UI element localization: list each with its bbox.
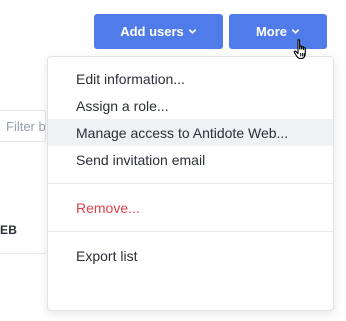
more-label: More — [255, 24, 288, 39]
page: Filter b EB Add users More Edit informat… — [0, 0, 346, 321]
menu-item-edit-information[interactable]: Edit information... — [48, 65, 333, 92]
menu-item-remove[interactable]: Remove... — [48, 194, 333, 221]
menu-item-assign-a-role[interactable]: Assign a role... — [48, 92, 333, 119]
filter-input[interactable]: Filter b — [0, 110, 46, 142]
menu-item-send-invitation-email[interactable]: Send invitation email — [48, 146, 333, 173]
hand-pointer-icon — [293, 39, 306, 60]
more-button[interactable]: More — [229, 14, 327, 49]
menu-item-manage-access-to-antidote-web[interactable]: Manage access to Antidote Web... — [48, 119, 333, 146]
chevron-down-icon — [188, 29, 196, 34]
menu-separator — [48, 231, 333, 232]
add-users-button[interactable]: Add users — [94, 14, 223, 49]
column-header: EB — [0, 223, 18, 237]
more-dropdown-menu: Edit information... Assign a role... Manag… — [47, 56, 334, 311]
menu-item-export-list[interactable]: Export list — [48, 242, 333, 269]
row-divider — [0, 253, 46, 254]
menu-separator — [48, 183, 333, 184]
add-users-label: Add users — [120, 24, 184, 39]
filter-placeholder: Filter b — [6, 118, 46, 134]
chevron-down-icon — [292, 29, 300, 34]
